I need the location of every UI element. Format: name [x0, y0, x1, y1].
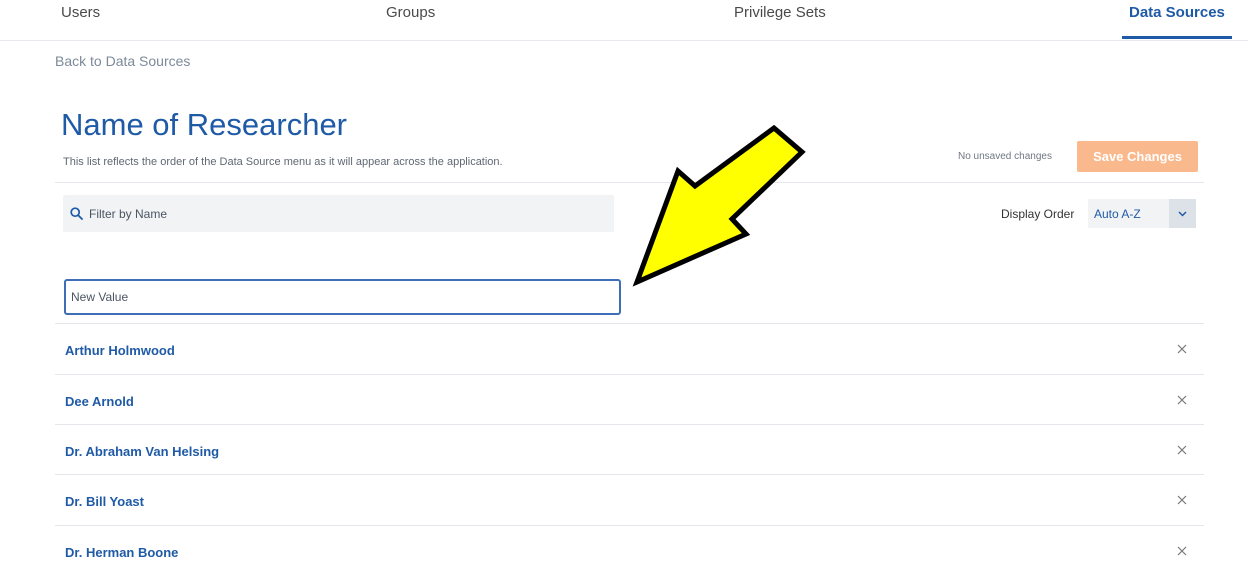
annotation-arrow-icon — [632, 125, 806, 287]
new-value-input[interactable] — [64, 279, 621, 315]
list-item-name[interactable]: Dr. Herman Boone — [65, 545, 178, 560]
list-item-name[interactable]: Dr. Abraham Van Helsing — [65, 444, 219, 459]
active-tab-indicator — [1122, 36, 1232, 39]
tab-groups[interactable]: Groups — [386, 4, 435, 21]
tab-privilege-sets[interactable]: Privilege Sets — [734, 4, 826, 21]
chevron-down-icon — [1178, 211, 1187, 217]
remove-item-icon[interactable] — [1177, 445, 1187, 455]
remove-item-icon[interactable] — [1177, 495, 1187, 505]
list-item-name[interactable]: Dee Arnold — [65, 394, 134, 409]
top-navigation: Users Groups Privilege Sets Data Sources — [0, 0, 1248, 41]
save-status-text: No unsaved changes — [958, 151, 1052, 162]
remove-item-icon[interactable] — [1177, 395, 1187, 405]
list-item: Arthur Holmwood — [55, 323, 1204, 374]
list-item-name[interactable]: Arthur Holmwood — [65, 343, 175, 358]
remove-item-icon[interactable] — [1177, 344, 1187, 354]
filter-box — [63, 195, 614, 232]
back-to-data-sources-link[interactable]: Back to Data Sources — [55, 53, 190, 69]
remove-item-icon[interactable] — [1177, 546, 1187, 556]
tab-users[interactable]: Users — [61, 4, 100, 21]
filter-by-name-input[interactable] — [89, 195, 589, 232]
list-item-name[interactable]: Dr. Bill Yoast — [65, 494, 144, 509]
list-item: Dr. Bill Yoast — [55, 474, 1204, 525]
search-icon — [70, 207, 83, 220]
page-title: Name of Researcher — [61, 107, 348, 142]
save-changes-button[interactable]: Save Changes — [1077, 141, 1198, 172]
list-item: Dr. Herman Boone — [55, 525, 1204, 576]
list-item: Dr. Abraham Van Helsing — [55, 424, 1204, 475]
display-order-dropdown-button[interactable] — [1169, 199, 1196, 228]
tab-data-sources[interactable]: Data Sources — [1129, 4, 1225, 21]
display-order-value: Auto A-Z — [1094, 207, 1141, 221]
list-item: Dee Arnold — [55, 374, 1204, 425]
display-order-select[interactable]: Auto A-Z — [1088, 199, 1196, 228]
page-subtitle: This list reflects the order of the Data… — [63, 156, 503, 168]
display-order-label: Display Order — [1001, 207, 1075, 221]
